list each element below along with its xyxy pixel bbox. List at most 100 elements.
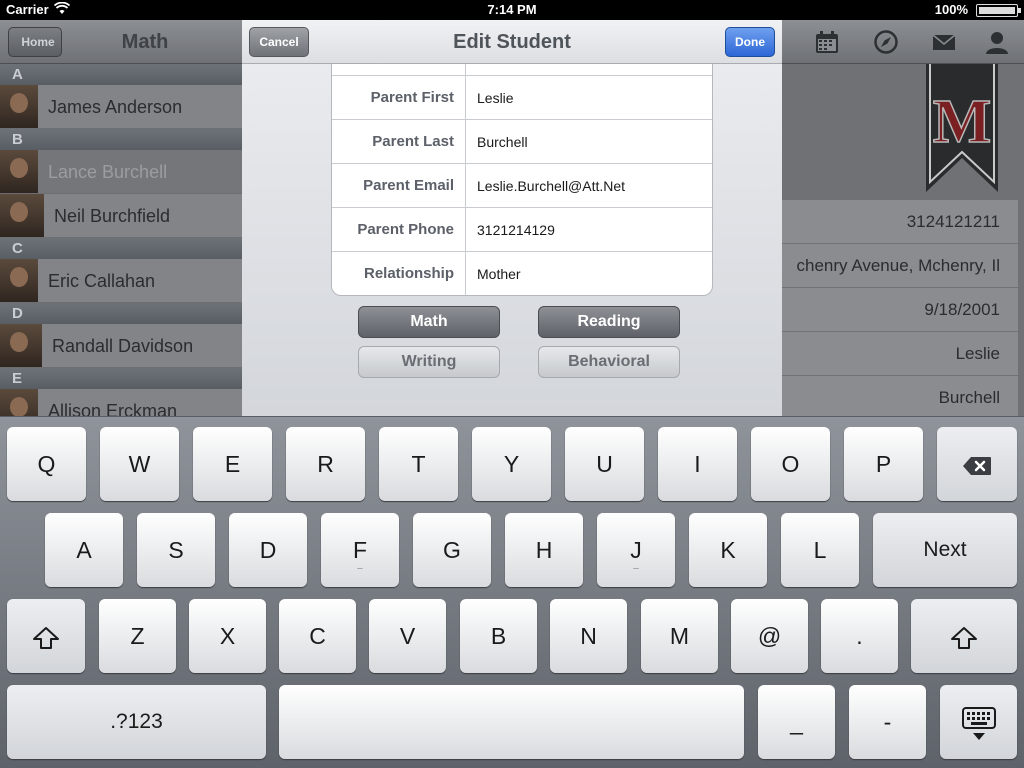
shift-icon xyxy=(951,626,977,649)
modal-body: Parent First Leslie Parent Last Burchell… xyxy=(242,64,782,416)
ribbon-letter: M xyxy=(933,88,992,156)
key-label: F xyxy=(352,537,368,563)
detail-field[interactable]: 3124121211 xyxy=(782,200,1018,244)
parent-phone-field[interactable]: 3121214129 xyxy=(477,222,555,238)
status-bar: Carrier 7:14 PM 100% xyxy=(0,0,1024,20)
section-header: B xyxy=(0,129,242,150)
list-item[interactable]: Eric Callahan xyxy=(0,259,242,303)
modal-navigation-bar: Cancel Edit Student Done xyxy=(242,20,782,64)
key-u[interactable]: U xyxy=(565,427,644,501)
list-item[interactable]: Randall Davidson xyxy=(0,324,242,368)
key-o[interactable]: O xyxy=(751,427,830,501)
done-button[interactable]: Done xyxy=(725,27,775,57)
math-button[interactable]: Math xyxy=(358,306,500,338)
key-period[interactable]: . xyxy=(821,599,898,673)
parent-last-row[interactable]: Parent Last Burchell xyxy=(332,120,712,164)
next-key[interactable]: Next xyxy=(873,513,1017,587)
relationship-row[interactable]: Relationship Mother xyxy=(332,252,712,295)
list-item[interactable]: Lance Burchell xyxy=(0,150,242,194)
avatar xyxy=(0,150,38,193)
key-underscore[interactable]: _ xyxy=(758,685,835,759)
detail-field[interactable]: chenry Avenue, Mchenry, Il xyxy=(782,244,1018,288)
shift-key-right[interactable] xyxy=(911,599,1017,673)
key-l[interactable]: L xyxy=(781,513,859,587)
numbers-key[interactable]: .?123 xyxy=(7,685,266,759)
parent-phone-row[interactable]: Parent Phone 3121214129 xyxy=(332,208,712,252)
right-navigation-bar xyxy=(782,20,1024,64)
home-button[interactable]: Home xyxy=(8,27,62,57)
section-header: A xyxy=(0,64,242,85)
section-header: E xyxy=(0,368,242,389)
writing-button[interactable]: Writing xyxy=(358,346,500,378)
student-name: Lance Burchell xyxy=(48,162,168,182)
parent-first-row[interactable]: Parent First Leslie xyxy=(332,76,712,120)
key-d[interactable]: D xyxy=(229,513,307,587)
home-row-marker: ‾ xyxy=(357,566,363,582)
student-name: Randall Davidson xyxy=(52,336,194,356)
key-y[interactable]: Y xyxy=(472,427,551,501)
parent-email-row[interactable]: Parent Email Leslie.Burchell@Att.Net xyxy=(332,164,712,208)
key-i[interactable]: I xyxy=(658,427,737,501)
left-panel-title: Math xyxy=(121,31,169,53)
reading-button[interactable]: Reading xyxy=(538,306,680,338)
key-dash[interactable]: - xyxy=(849,685,926,759)
key-q[interactable]: Q xyxy=(7,427,86,501)
delete-key[interactable] xyxy=(937,427,1017,501)
key-h[interactable]: H xyxy=(505,513,583,587)
detail-field[interactable]: Burchell xyxy=(782,376,1018,416)
list-item[interactable]: Allison Erckman xyxy=(0,389,242,416)
avatar xyxy=(0,324,42,367)
key-x[interactable]: X xyxy=(189,599,266,673)
student-list: A James Anderson B Lance Burchell Neil B… xyxy=(0,64,242,416)
key-f[interactable]: F ‾ xyxy=(321,513,399,587)
key-m[interactable]: M xyxy=(641,599,718,673)
mail-icon[interactable] xyxy=(932,30,956,54)
key-w[interactable]: W xyxy=(100,427,179,501)
key-k[interactable]: K xyxy=(689,513,767,587)
battery-icon xyxy=(976,4,1021,17)
battery-percent: 100% xyxy=(934,2,968,17)
relationship-field[interactable]: Mother xyxy=(477,266,521,282)
avatar xyxy=(0,85,38,128)
key-at[interactable]: @ xyxy=(731,599,808,673)
calendar-icon[interactable] xyxy=(815,30,839,54)
clock: 7:14 PM xyxy=(487,2,537,17)
behavioral-button[interactable]: Behavioral xyxy=(538,346,680,378)
key-z[interactable]: Z xyxy=(99,599,176,673)
key-label: J xyxy=(630,537,642,563)
person-icon[interactable] xyxy=(985,30,1009,54)
key-t[interactable]: T xyxy=(379,427,458,501)
list-item[interactable]: Neil Burchfield xyxy=(0,194,242,238)
shift-key-left[interactable] xyxy=(7,599,85,673)
list-item[interactable]: James Anderson xyxy=(0,85,242,129)
avatar xyxy=(0,194,44,237)
field-label: Relationship xyxy=(363,265,454,282)
compass-icon[interactable] xyxy=(874,30,898,54)
key-p[interactable]: P xyxy=(844,427,923,501)
avatar xyxy=(0,259,38,302)
space-bar[interactable] xyxy=(279,685,744,759)
parent-first-field[interactable]: Leslie xyxy=(477,90,514,106)
keyboard-hide-icon xyxy=(961,706,996,740)
dismiss-keyboard-key[interactable] xyxy=(940,685,1017,759)
key-e[interactable]: E xyxy=(193,427,272,501)
detail-field[interactable]: Leslie xyxy=(782,332,1018,376)
key-c[interactable]: C xyxy=(279,599,356,673)
key-n[interactable]: N xyxy=(550,599,627,673)
key-b[interactable]: B xyxy=(460,599,537,673)
key-a[interactable]: A xyxy=(45,513,123,587)
parent-email-field[interactable]: Leslie.Burchell@Att.Net xyxy=(477,178,625,194)
left-navigation-bar: Home Math xyxy=(0,20,242,64)
section-header: D xyxy=(0,303,242,324)
form-row-partial xyxy=(332,64,712,76)
avatar xyxy=(0,389,38,416)
detail-field[interactable]: 9/18/2001 xyxy=(782,288,1018,332)
key-g[interactable]: G xyxy=(413,513,491,587)
key-r[interactable]: R xyxy=(286,427,365,501)
key-s[interactable]: S xyxy=(137,513,215,587)
edit-student-modal: Cancel Edit Student Done Parent First Le… xyxy=(242,20,782,416)
parent-last-field[interactable]: Burchell xyxy=(477,134,528,150)
key-j[interactable]: J ‾ xyxy=(597,513,675,587)
key-v[interactable]: V xyxy=(369,599,446,673)
on-screen-keyboard: Q W E R T Y U I O P A S D F ‾ G H J ‾ K … xyxy=(0,416,1024,768)
